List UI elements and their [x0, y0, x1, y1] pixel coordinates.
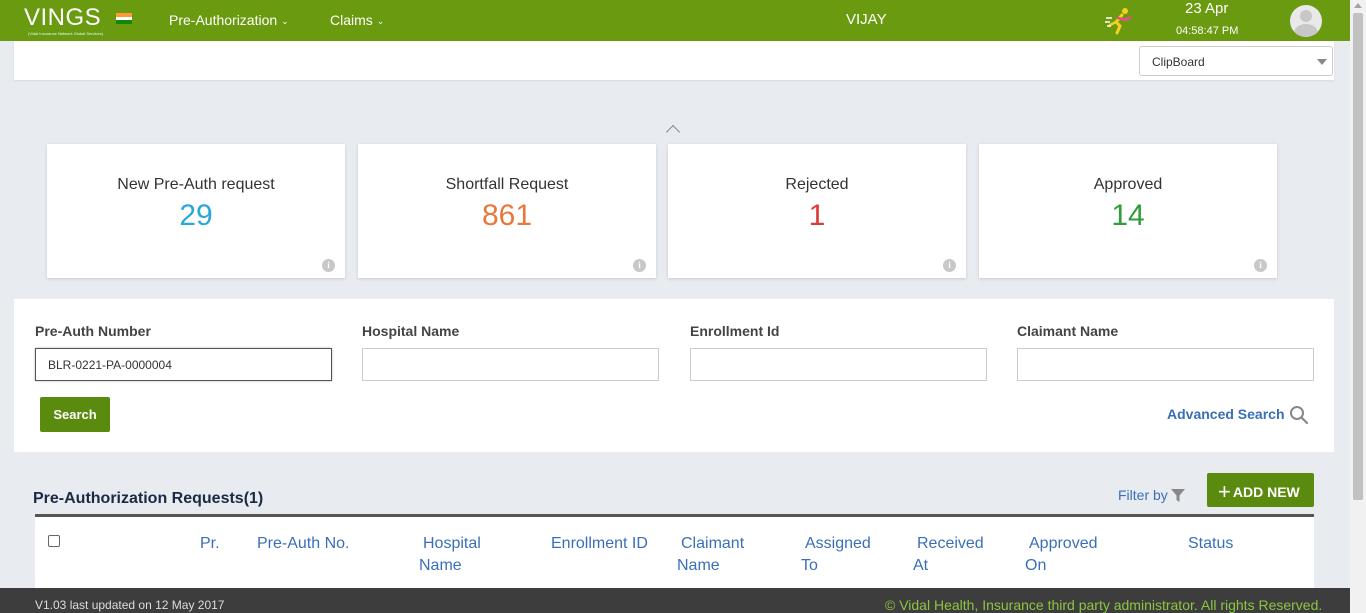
claimant-name-label: Claimant Name: [1017, 323, 1119, 339]
sub-header: [14, 41, 1334, 80]
column-header-line: On: [1025, 557, 1047, 574]
clipboard-select-value: ClipBoard: [1152, 55, 1205, 69]
stat-label: New Pre-Auth request: [117, 176, 275, 193]
requests-table: Pr. Pre-Auth No. Hospital Name Enrollment…: [35, 514, 1314, 589]
current-time: 04:58:47 PM: [1176, 25, 1239, 37]
add-new-button[interactable]: + ADD NEW: [1207, 473, 1314, 507]
stat-label: Shortfall Request: [445, 176, 569, 193]
clipboard-select[interactable]: ClipBoard: [1139, 46, 1333, 76]
hospital-name-input[interactable]: [362, 348, 659, 381]
stat-label: Rejected: [785, 176, 849, 193]
column-header-preauth-no[interactable]: Pre-Auth No.: [257, 533, 349, 555]
stat-value: 14: [1111, 199, 1145, 232]
page-scrollbar[interactable]: [1350, 0, 1366, 613]
scroll-thumb[interactable]: [1353, 13, 1363, 500]
filter-by-link[interactable]: Filter by: [1118, 487, 1168, 503]
user-name: VIJAY: [846, 11, 887, 28]
advanced-search-link[interactable]: Advanced Search: [1167, 406, 1285, 422]
india-flag-icon: [116, 13, 132, 24]
info-icon[interactable]: i: [943, 259, 956, 272]
enrollment-id-input[interactable]: [690, 348, 987, 381]
user-avatar-icon[interactable]: [1290, 5, 1322, 37]
column-header-line: Approved: [1029, 535, 1098, 552]
preauth-number-label: Pre-Auth Number: [35, 323, 151, 339]
preauth-number-input[interactable]: [35, 348, 332, 381]
chevron-down-icon: ⌄: [376, 16, 385, 26]
column-header-line: Assigned: [805, 535, 871, 552]
chevron-down-icon: ⌄: [281, 16, 289, 26]
stat-card-approved[interactable]: Approved 14 i: [979, 144, 1277, 278]
info-icon[interactable]: i: [1254, 259, 1267, 272]
column-header-line: At: [913, 557, 929, 574]
column-header-line: To: [801, 557, 818, 574]
column-header-line: Claimant: [681, 535, 745, 552]
top-navbar: VINGS (Vidal Insurance Network Global Se…: [0, 0, 1350, 41]
collapse-chevron-up-icon[interactable]: [665, 124, 681, 140]
add-new-label: ADD NEW: [1232, 484, 1300, 500]
stat-card-new-preauth[interactable]: New Pre-Auth request 29 i: [47, 144, 345, 278]
info-icon[interactable]: i: [633, 259, 646, 272]
hospital-name-label: Hospital Name: [362, 323, 460, 339]
nav-pre-authorization[interactable]: Pre-Authorization ⌄: [169, 12, 289, 28]
enrollment-id-label: Enrollment Id: [690, 323, 780, 339]
footer-version: V1.03 last updated on 12 May 2017: [35, 598, 225, 612]
column-header-line: Name: [419, 557, 462, 574]
column-header-assigned-to[interactable]: Assigned To: [801, 533, 871, 577]
stat-value: 1: [808, 199, 826, 232]
filter-icon[interactable]: [1171, 489, 1185, 503]
column-header-line: Enrollment ID: [551, 535, 648, 552]
footer: V1.03 last updated on 12 May 2017 © Vida…: [0, 588, 1350, 613]
column-header-line: Status: [1188, 535, 1234, 552]
claimant-name-input[interactable]: [1017, 348, 1314, 381]
column-header-line: Pr.: [200, 535, 220, 552]
info-icon[interactable]: i: [322, 259, 335, 272]
search-button[interactable]: Search: [40, 397, 110, 432]
footer-copyright: © Vidal Health, Insurance third party ad…: [885, 597, 1323, 613]
column-header-received-at[interactable]: Received At: [913, 533, 984, 577]
stat-label: Approved: [1093, 176, 1163, 193]
scroll-up-arrow-icon[interactable]: [1354, 3, 1362, 8]
search-icon[interactable]: [1289, 405, 1309, 425]
column-header-hospital-name[interactable]: Hospital Name: [419, 533, 481, 577]
column-header-line: Received: [917, 535, 984, 552]
nav-claims[interactable]: Claims ⌄: [330, 12, 384, 28]
requests-title: Pre-Authorization Requests(1): [33, 490, 264, 507]
stat-value: 861: [481, 199, 533, 232]
stat-card-rejected[interactable]: Rejected 1 i: [668, 144, 966, 278]
running-man-icon[interactable]: [1104, 6, 1134, 36]
column-header-claimant-name[interactable]: Claimant Name: [677, 533, 744, 577]
stat-card-shortfall[interactable]: Shortfall Request 861 i: [358, 144, 656, 278]
vings-logo[interactable]: VINGS (Vidal Insurance Network Global Se…: [24, 4, 114, 38]
nav-pre-authorization-label: Pre-Authorization: [169, 12, 278, 28]
logo-tagline: (Vidal Insurance Network Global Services…: [28, 31, 104, 36]
logo-text: VINGS: [24, 4, 102, 31]
stat-value: 29: [179, 199, 213, 232]
column-header-approved-on[interactable]: Approved On: [1025, 533, 1098, 577]
column-header-priority[interactable]: Pr.: [200, 533, 220, 555]
nav-claims-label: Claims: [330, 12, 373, 28]
caret-down-icon: [1317, 59, 1327, 65]
column-header-status[interactable]: Status: [1188, 533, 1233, 555]
plus-icon: +: [1218, 479, 1231, 504]
current-date: 23 Apr: [1185, 0, 1229, 17]
column-header-line: Hospital: [423, 535, 481, 552]
column-header-line: Pre-Auth No.: [257, 535, 350, 552]
column-header-enrollment-id[interactable]: Enrollment ID: [551, 533, 648, 555]
column-header-line: Name: [677, 557, 720, 574]
select-all-checkbox[interactable]: [48, 535, 60, 547]
